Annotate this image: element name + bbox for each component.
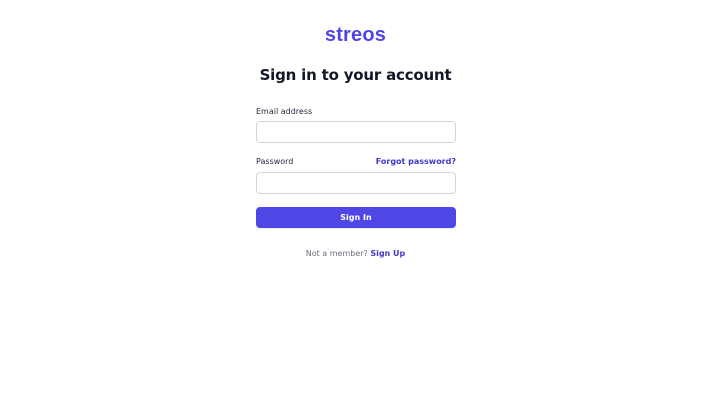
password-label: Password xyxy=(256,157,294,166)
signup-prompt: Not a member? Sign Up xyxy=(0,248,711,260)
sign-up-link[interactable]: Sign Up xyxy=(370,249,405,258)
password-field[interactable] xyxy=(256,172,456,194)
sign-in-page: streos Sign in to your account Email add… xyxy=(0,0,711,400)
sign-in-button[interactable]: Sign In xyxy=(256,207,456,228)
password-label-row: Password Forgot password? xyxy=(256,154,456,169)
email-field[interactable] xyxy=(256,121,456,143)
brand-logo: streos xyxy=(324,24,387,46)
page-title: Sign in to your account xyxy=(259,66,452,84)
email-label-row: Email address xyxy=(256,104,456,119)
email-label: Email address xyxy=(256,107,313,116)
sign-in-form: Email address Password Forgot password? … xyxy=(256,104,456,228)
forgot-password-link[interactable]: Forgot password? xyxy=(376,154,456,169)
signup-prompt-text: Not a member? xyxy=(305,249,368,258)
